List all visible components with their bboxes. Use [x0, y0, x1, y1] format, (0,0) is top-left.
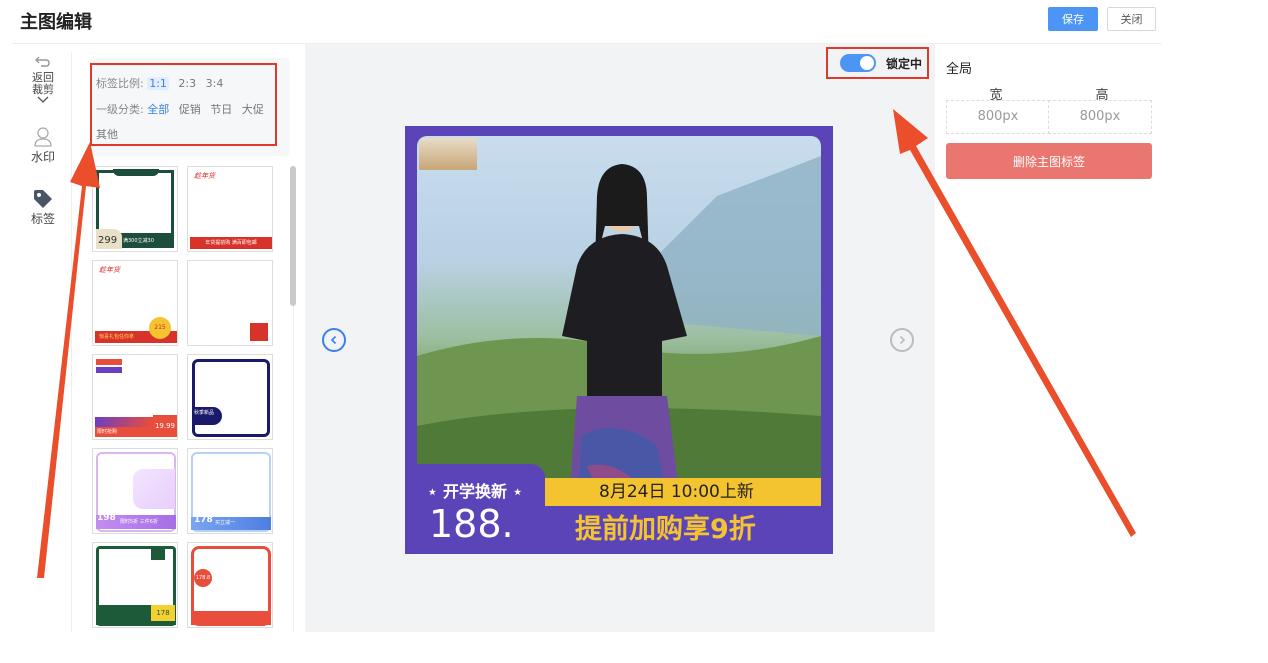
prev-image-button[interactable] — [322, 328, 346, 352]
template-card[interactable]: 趁年货 惊喜礼包任你拿 215 — [92, 260, 178, 346]
date-banner: 8月24日 10:00上新 — [545, 478, 821, 506]
tool-sidebar: 返回 裁剪 水印 标签 — [14, 52, 72, 632]
template-card[interactable]: 限时抢购 19.99 — [92, 354, 178, 440]
card-price: 198 — [97, 513, 116, 523]
scroll-thumb[interactable] — [290, 166, 296, 306]
template-grid: 299 满300立减30 趁年货 年货提前购 满百即包邮 趁年货 惊喜礼包任你拿… — [92, 166, 286, 632]
banner-left-label: 开学换新 — [442, 482, 507, 501]
tag-icon — [34, 190, 52, 208]
banner-left-text: ⋆ 开学换新 ⋆ — [427, 482, 523, 501]
card-text: 秋季新品 — [192, 407, 222, 425]
template-scrollbar[interactable] — [290, 166, 296, 632]
main-image-preview[interactable]: ⋆ 开学换新 ⋆ 188. 8月24日 10:00上新 提前加购享9折 — [405, 126, 833, 554]
price-text: 188. — [429, 502, 514, 546]
watermark-tool[interactable]: 水印 — [14, 126, 72, 165]
section-title: 全局 — [946, 62, 973, 77]
template-card[interactable]: 限时5折 三件6折 198 — [92, 448, 178, 534]
chevron-left-icon — [330, 335, 337, 345]
width-field[interactable]: 800px — [946, 100, 1050, 134]
header: 主图编辑 保存 关闭 — [0, 0, 1268, 44]
height-field[interactable]: 800px — [1048, 100, 1152, 134]
template-panel: 标签比例: 1:1 2:3 3:4 一级分类: 全部 促销 节日 大促 其他 2… — [84, 58, 300, 632]
template-card[interactable] — [187, 260, 273, 346]
card-logo: 趁年货 — [99, 266, 120, 274]
promo-banner: 提前加购享9折 — [545, 506, 833, 554]
template-card[interactable]: 178.8 — [187, 542, 273, 628]
save-button[interactable]: 保存 — [1048, 7, 1098, 31]
thumbnail-overlay — [419, 138, 477, 170]
close-button[interactable]: 关闭 — [1107, 7, 1156, 31]
card-logo: 趁年货 — [194, 172, 215, 180]
card-price: 299 — [96, 229, 122, 249]
stamp-icon — [34, 127, 52, 147]
template-card[interactable]: 178 — [92, 542, 178, 628]
page-title: 主图编辑 — [20, 12, 92, 33]
card-price: 178 — [194, 515, 213, 525]
card-text: 年货提前购 满百即包邮 — [190, 237, 272, 249]
template-card[interactable]: 299 满300立减30 — [92, 166, 178, 252]
back-crop-tool[interactable]: 返回 裁剪 — [14, 54, 72, 104]
card-price: 178.8 — [194, 569, 212, 587]
chevron-down-icon — [37, 96, 49, 103]
template-card[interactable]: 买立减一 178 — [187, 448, 273, 534]
card-text: 限时抢购 — [95, 427, 153, 437]
card-price: 19.99 — [153, 415, 177, 437]
tag-tool[interactable]: 标签 — [14, 188, 72, 227]
price-block: ⋆ 开学换新 ⋆ 188. — [405, 464, 545, 554]
card-text: 满300立减30 — [123, 238, 154, 244]
editor-canvas: ⋆ 开学换新 ⋆ 188. 8月24日 10:00上新 提前加购享9折 — [305, 44, 935, 632]
back-crop-label-line2: 裁剪 — [32, 83, 54, 96]
chevron-right-icon — [899, 335, 906, 345]
template-card[interactable]: 趁年货 年货提前购 满百即包邮 — [187, 166, 273, 252]
filter-highlight-box — [90, 63, 277, 146]
tag-label: 标签 — [30, 212, 55, 226]
next-image-button[interactable] — [890, 328, 914, 352]
lock-highlight-box — [826, 47, 929, 79]
watermark-label: 水印 — [30, 150, 55, 164]
template-card[interactable]: 秋季新品 — [187, 354, 273, 440]
delete-tag-button[interactable]: 删除主图标签 — [946, 143, 1152, 179]
card-price: 178 — [151, 605, 175, 621]
undo-icon — [35, 56, 50, 67]
card-badge: 215 — [149, 317, 171, 339]
